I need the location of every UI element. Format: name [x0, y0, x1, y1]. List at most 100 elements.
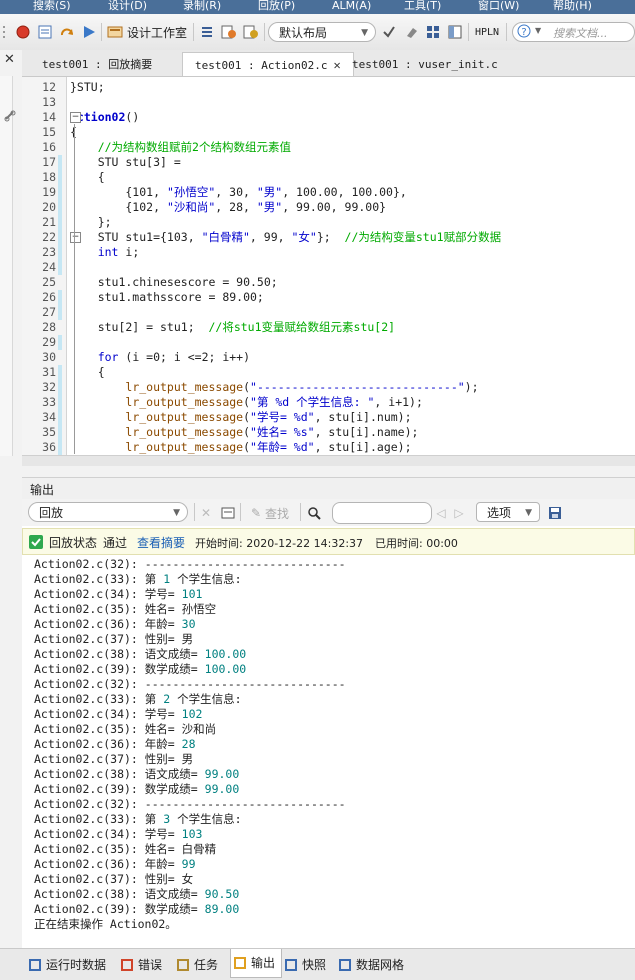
- code-line[interactable]: {: [70, 170, 105, 185]
- check-icon[interactable]: [380, 22, 398, 42]
- log-line: Action02.c(34): 学号= 102: [34, 707, 202, 722]
- code-line[interactable]: {102, "沙和尚", 28, "男", 99.00, 99.00}: [70, 200, 386, 215]
- code-line[interactable]: }STU;: [70, 80, 105, 95]
- line-number: 34: [42, 410, 56, 424]
- menu-search[interactable]: 搜索(S): [33, 0, 71, 12]
- line-number: 36: [42, 440, 56, 454]
- code-line[interactable]: stu[2] = stu1; //将stu1变量赋给数组元素stu[2]: [70, 320, 395, 335]
- log-line: Action02.c(34): 学号= 103: [34, 827, 202, 842]
- output-log[interactable]: Action02.c(32): ------------------------…: [22, 555, 635, 948]
- code-editor[interactable]: 12 13 14 15 16 17 18 19 20 21 22 23 24 25 26 27 28 29 30 31…: [22, 77, 635, 455]
- tab-label: test001 : 回放摘要: [42, 58, 153, 71]
- change-marker: [58, 305, 62, 320]
- log-line: Action02.c(36): 年龄= 30: [34, 617, 196, 632]
- code-line[interactable]: lr_output_message("学号= %d", stu[i].num);: [70, 410, 411, 425]
- record-icon[interactable]: [14, 22, 32, 42]
- line-number: 16: [42, 140, 56, 154]
- change-marker: [58, 425, 62, 440]
- search-docs-input[interactable]: ? ▼ 搜索文档...: [512, 22, 635, 42]
- code-line[interactable]: lr_output_message("年龄= %d", stu[i].age);: [70, 440, 411, 455]
- tab-action02[interactable]: test001 : Action02.c ✕: [182, 52, 354, 76]
- log-line: Action02.c(37): 性别= 男: [34, 632, 193, 647]
- find-button[interactable]: ✎ 查找: [244, 503, 296, 523]
- bottom-tab-5[interactable]: 数据网格: [336, 954, 410, 976]
- view-summary-link[interactable]: 查看摘要: [137, 534, 185, 551]
- fold-toggle-icon[interactable]: −: [70, 232, 81, 243]
- change-marker: [58, 230, 62, 245]
- change-marker: [58, 365, 62, 380]
- line-number: 20: [42, 200, 56, 214]
- close-icon[interactable]: ✕: [333, 58, 340, 72]
- tab-replay-summary[interactable]: test001 : 回放摘要: [42, 54, 152, 76]
- code-line[interactable]: stu1.chinesescore = 90.50;: [70, 275, 278, 290]
- code-line[interactable]: int i;: [70, 245, 140, 260]
- bottom-tab-2[interactable]: 任务: [174, 954, 224, 976]
- layout-icon[interactable]: [446, 22, 464, 42]
- parameters-icon[interactable]: [220, 22, 238, 42]
- log-line: Action02.c(39): 数学成绩= 89.00: [34, 902, 239, 917]
- bottom-tab-1[interactable]: 错误: [118, 954, 168, 976]
- list-icon[interactable]: [198, 22, 216, 42]
- menu-design[interactable]: 设计(D): [108, 0, 147, 12]
- code-line[interactable]: {101, "孙悟空", 30, "男", 100.00, 100.00},: [70, 185, 406, 200]
- menu-window[interactable]: 窗口(W): [478, 0, 519, 12]
- clear-icon[interactable]: ✕: [198, 503, 214, 523]
- layout-dropdown[interactable]: 默认布局 ▼: [268, 22, 376, 42]
- code-line[interactable]: //为结构数组赋前2个结构数组元素值: [70, 140, 291, 155]
- log-source: 正在结束操作 Action02。: [34, 917, 177, 931]
- data-grid-icon: [339, 959, 351, 971]
- code-line[interactable]: {: [70, 365, 105, 380]
- transaction-icon[interactable]: [242, 22, 260, 42]
- design-studio-icon[interactable]: [106, 22, 124, 42]
- design-studio-button[interactable]: 设计工作室: [127, 22, 189, 42]
- menu-tools[interactable]: 工具(T): [404, 0, 441, 12]
- output-filter-value: 回放: [39, 506, 64, 520]
- code-line[interactable]: STU stu[3] =: [70, 155, 181, 170]
- code-line[interactable]: lr_output_message("姓名= %s", stu[i].name)…: [70, 425, 418, 440]
- eraser-icon[interactable]: [402, 22, 420, 42]
- script-icon[interactable]: [36, 22, 54, 42]
- chevron-down-icon: ▼: [173, 508, 180, 518]
- options-dropdown[interactable]: 选项 ▼: [476, 502, 540, 522]
- grid-icon[interactable]: [424, 22, 442, 42]
- bottom-tab-4[interactable]: 快照: [282, 954, 332, 976]
- log-text: 学号=: [144, 707, 182, 721]
- bottom-tab-label: 数据网格: [356, 958, 405, 972]
- code-line[interactable]: STU stu1={103, "白骨精", 99, "女"}; //为结构变量s…: [70, 230, 501, 245]
- change-marker: [58, 440, 62, 455]
- copy-icon[interactable]: [220, 503, 236, 523]
- code-line[interactable]: };: [70, 215, 112, 230]
- tab-vuser-init[interactable]: test001 : vuser_init.c: [352, 54, 498, 76]
- hpln-button[interactable]: HPLN: [472, 22, 502, 42]
- find-input[interactable]: [332, 502, 432, 524]
- line-number: 27: [42, 305, 56, 319]
- code-line[interactable]: lr_output_message("---------------------…: [70, 380, 478, 395]
- search-icon[interactable]: [304, 503, 324, 523]
- find-next-icon[interactable]: ▷: [452, 503, 466, 523]
- bottom-tab-0[interactable]: 运行时数据: [26, 954, 112, 976]
- log-text: 个学生信息:: [170, 692, 242, 706]
- horizontal-scrollbar[interactable]: [22, 455, 635, 466]
- save-icon[interactable]: [546, 503, 564, 523]
- log-line: Action02.c(35): 姓名= 白骨精: [34, 842, 216, 857]
- log-value: 99: [181, 857, 196, 871]
- fold-toggle-icon[interactable]: −: [70, 112, 81, 123]
- run-icon[interactable]: [80, 22, 98, 42]
- close-icon[interactable]: ✕: [4, 52, 15, 67]
- find-prev-icon[interactable]: ◁: [434, 503, 448, 523]
- code-line[interactable]: for (i =0; i <=2; i++): [70, 350, 250, 365]
- log-text: 第: [144, 572, 164, 586]
- menu-alm[interactable]: ALM(A): [332, 0, 371, 12]
- code-line[interactable]: lr_output_message("第 %d 个学生信息: ", i+1);: [70, 395, 423, 410]
- menu-help[interactable]: 帮助(H): [553, 0, 592, 12]
- code-line[interactable]: stu1.mathsscore = 89.00;: [70, 290, 264, 305]
- bottom-tab-3[interactable]: 输出: [230, 949, 283, 978]
- line-number: 35: [42, 425, 56, 439]
- line-number: 25: [42, 275, 56, 289]
- log-text: 性别= 男: [144, 752, 194, 766]
- menu-record[interactable]: 录制(R): [183, 0, 221, 12]
- replay-loop-icon[interactable]: [58, 22, 76, 42]
- task-icon: [177, 959, 189, 971]
- menu-replay[interactable]: 回放(P): [258, 0, 295, 12]
- output-filter-dropdown[interactable]: 回放 ▼: [28, 502, 188, 522]
